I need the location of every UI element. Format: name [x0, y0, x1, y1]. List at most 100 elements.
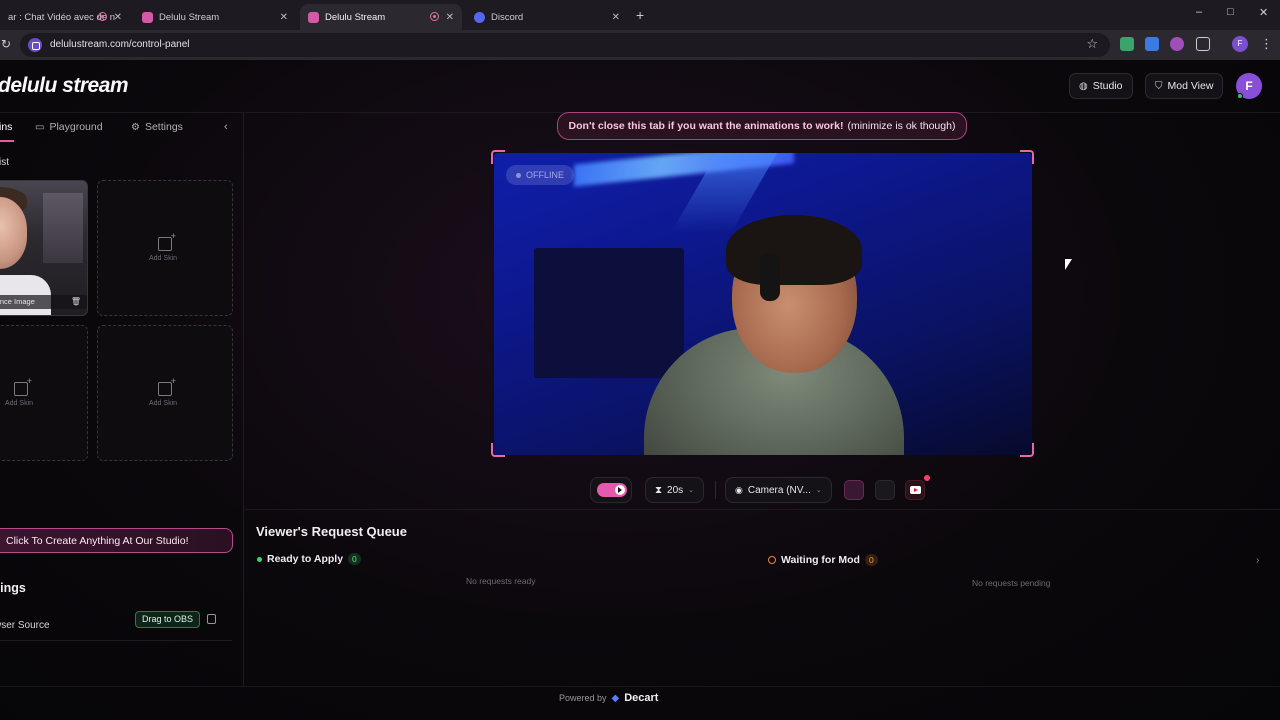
- avatar-initial: F: [1245, 79, 1253, 93]
- extension-icon[interactable]: [1170, 37, 1184, 51]
- delulu-favicon-icon: [308, 11, 319, 23]
- close-icon[interactable]: ✕: [446, 12, 454, 23]
- decart-logo-icon: ◆: [611, 692, 620, 704]
- controls-divider: [715, 481, 716, 499]
- waiting-empty-text: No requests pending: [972, 578, 1051, 588]
- live-toggle[interactable]: [597, 483, 627, 497]
- offline-badge: OFFLINE: [506, 165, 575, 185]
- camera-preview: OFFLINE: [494, 153, 1032, 455]
- add-skin-slot[interactable]: Add Skin: [0, 325, 88, 461]
- notice-rest: (minimize is ok though): [847, 120, 956, 132]
- address-bar: ↻ delulustream.com/control-panel ☆: [0, 30, 1280, 60]
- close-icon[interactable]: ✕: [280, 12, 288, 23]
- preview-corner: [1020, 443, 1034, 457]
- shield-icon: ⛉: [1155, 80, 1163, 92]
- browser-tab-chat[interactable]: ar : Chat Vidéo avec de n ✕: [0, 4, 130, 30]
- close-window-button[interactable]: ✕: [1259, 6, 1268, 19]
- close-icon[interactable]: ✕: [114, 12, 122, 23]
- extensions-puzzle-icon[interactable]: [1196, 37, 1210, 51]
- play-icon: [618, 487, 622, 493]
- copy-icon[interactable]: [207, 614, 216, 624]
- user-avatar[interactable]: F: [1236, 73, 1262, 99]
- online-status-dot: [1237, 93, 1243, 99]
- add-skin-label: Add Skin: [149, 400, 178, 407]
- active-tab-indicator: [0, 140, 14, 142]
- waiting-count: 0: [864, 554, 878, 566]
- footer-divider: [0, 686, 1280, 687]
- control-panel: delulu stream ◍ Studio ⛉ Mod View F ins …: [0, 60, 1280, 720]
- reference-image-label: erence Image: [0, 297, 35, 306]
- hourglass-icon: ⧗: [655, 484, 663, 496]
- reload-icon[interactable]: ↻: [1, 37, 11, 51]
- camera-select[interactable]: ◉ Camera (NV... ⌄: [725, 477, 832, 503]
- gear-icon: ⚙: [131, 121, 140, 133]
- close-icon[interactable]: ✕: [612, 12, 620, 23]
- add-skin-slot[interactable]: Add Skin: [97, 325, 233, 461]
- minimize-button[interactable]: –: [1196, 6, 1202, 18]
- create-in-studio-button[interactable]: Click To Create Anything At Our Studio!: [0, 528, 233, 553]
- new-tab-button[interactable]: +: [636, 7, 644, 23]
- studio-label: Studio: [1092, 80, 1123, 92]
- tab-settings[interactable]: ⚙ Settings: [131, 121, 183, 133]
- recording-icon: [430, 12, 439, 21]
- discord-favicon-icon: [474, 11, 485, 23]
- drag-to-obs-button[interactable]: Drag to OBS: [135, 611, 201, 628]
- skin-card-reference[interactable]: erence Image 🗑: [0, 180, 88, 316]
- bookmark-star-icon[interactable]: ☆: [1086, 36, 1098, 52]
- preview-corner: [491, 150, 505, 164]
- browser-source-label: wser Source: [0, 620, 50, 631]
- url-field[interactable]: delulustream.com/control-panel ☆: [20, 33, 1110, 57]
- headset: [760, 253, 780, 301]
- settings-title: tings: [0, 581, 26, 595]
- site-info-icon[interactable]: [28, 38, 42, 52]
- tab-title: Delulu Stream: [325, 11, 386, 23]
- browser-tab-delulu-1[interactable]: Delulu Stream ✕: [134, 4, 296, 30]
- add-skin-slot[interactable]: Add Skin: [97, 180, 233, 316]
- add-skin-label: Add Skin: [149, 255, 178, 262]
- playground-icon: ▭: [35, 121, 45, 133]
- ready-to-apply-header: Ready to Apply 0: [257, 553, 361, 565]
- chevron-down-icon: ⌄: [815, 487, 822, 494]
- background-shelf: [43, 193, 83, 263]
- background-monitor: [534, 248, 684, 378]
- effects-button[interactable]: [875, 480, 895, 500]
- waiting-label: Waiting for Mod: [781, 554, 860, 566]
- tab-label: Settings: [144, 121, 183, 133]
- timer-value: 20s: [667, 484, 684, 496]
- chevron-right-icon[interactable]: ›: [1256, 555, 1259, 566]
- mod-view-button[interactable]: ⛉ Mod View: [1145, 73, 1224, 99]
- delulu-favicon-icon: [142, 11, 153, 23]
- tab-label: ins: [0, 121, 13, 133]
- ready-label: Ready to Apply: [267, 553, 344, 565]
- studio-button[interactable]: ◍ Studio: [1069, 73, 1133, 99]
- browser-menu-icon[interactable]: ⋮: [1260, 36, 1273, 52]
- layout-toggle-button[interactable]: [844, 480, 864, 500]
- trash-icon[interactable]: 🗑: [71, 297, 81, 306]
- browser-tab-delulu-active[interactable]: Delulu Stream ✕: [300, 4, 462, 30]
- app-logo[interactable]: delulu stream: [0, 74, 129, 98]
- animation-notice: Don't close this tab if you want the ani…: [557, 112, 967, 140]
- tab-title: Discord: [491, 11, 524, 23]
- streamer-hair: [726, 215, 862, 285]
- ready-status-icon: [257, 556, 262, 562]
- browser-tab-strip: ar : Chat Vidéo avec de n ✕ Delulu Strea…: [0, 0, 1280, 30]
- ready-count: 0: [348, 553, 361, 565]
- youtube-button[interactable]: [905, 480, 925, 500]
- tab-playground[interactable]: ▭ Playground: [35, 121, 103, 133]
- decart-brand[interactable]: Decart: [624, 692, 658, 704]
- browser-profile-avatar[interactable]: F: [1232, 36, 1248, 52]
- tab-title: Delulu Stream: [159, 11, 220, 23]
- powered-by: Powered by ◆ Decart: [559, 692, 658, 704]
- collapse-sidebar-icon[interactable]: ‹: [224, 121, 228, 133]
- camera-icon: ◉: [735, 484, 743, 495]
- extension-icon[interactable]: [1145, 37, 1159, 51]
- timer-select[interactable]: ⧗ 20s ⌄: [645, 477, 705, 503]
- tab-skins[interactable]: ins: [0, 121, 12, 133]
- browser-tab-discord[interactable]: Discord ✕: [466, 4, 628, 30]
- maximize-button[interactable]: □: [1227, 6, 1234, 18]
- url-text: delulustream.com/control-panel: [50, 39, 190, 50]
- extension-icon[interactable]: [1120, 37, 1134, 51]
- youtube-icon: [910, 486, 921, 494]
- add-skin-label: Add Skin: [5, 400, 34, 407]
- add-image-icon: [158, 376, 176, 396]
